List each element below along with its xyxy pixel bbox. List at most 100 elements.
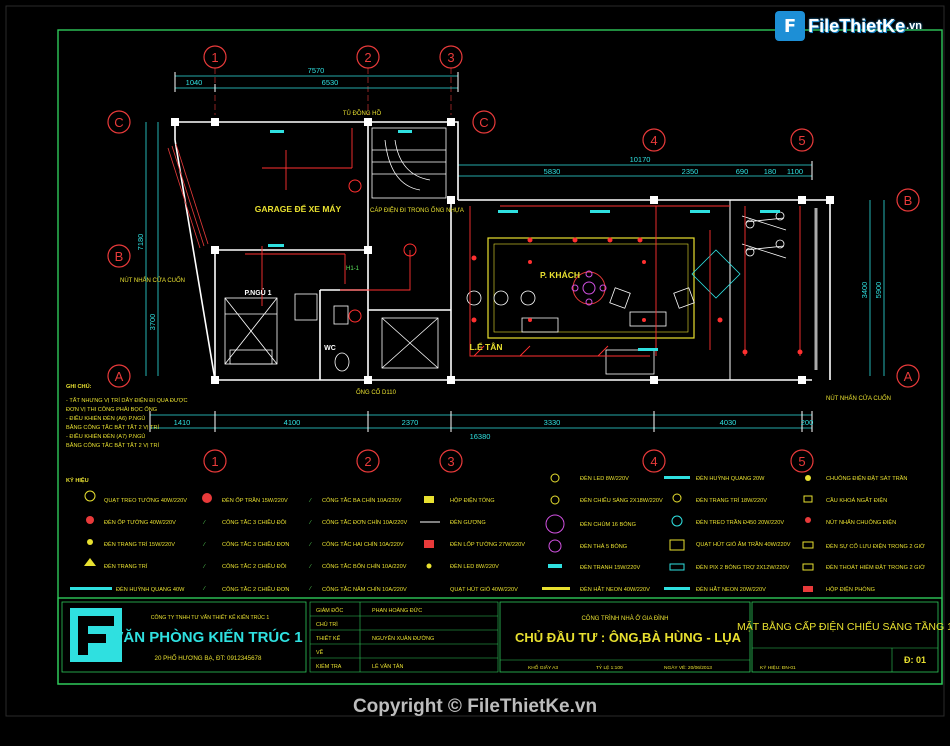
dim-right-seg-1: 5830 [544,167,561,176]
dim-top-2: 6530 [322,78,339,87]
svg-text:CHUÔNG ĐIỆN ĐẶT SÁT TRẦN: CHUÔNG ĐIỆN ĐẶT SÁT TRẦN [826,474,907,482]
paper-size: KHỔ GIẤY A3 [528,664,558,671]
dim-right-total: 10170 [630,155,651,164]
svg-text:- ĐIỀU KHIỂN ĐÈN (A7) P.NGỦ: - ĐIỀU KHIỂN ĐÈN (A7) P.NGỦ [66,433,145,440]
svg-text:B: B [904,193,913,208]
sheet-number: Đ: 01 [904,655,926,665]
svg-text:CÔNG TẮC 2 CHIỀU ĐÔI: CÔNG TẮC 2 CHIỀU ĐÔI [222,562,287,570]
svg-text:HỘP ĐIỆN TỔNG: HỘP ĐIỆN TỔNG [450,496,495,504]
svg-text:ĐÈN PIX 2 BÓNG TRỢ 2X12W/220V: ĐÈN PIX 2 BÓNG TRỢ 2X12W/220V [696,564,790,571]
door-button-note-left: NÚT NHẤN CỬA CUỐN [120,277,185,284]
svg-text:A: A [115,369,124,384]
svg-text:CÔNG TẮC 2 CHIỀU ĐƠN: CÔNG TẮC 2 CHIỀU ĐƠN [222,585,289,593]
dim-bottom-3: 2370 [402,418,419,427]
svg-text:2: 2 [364,50,371,65]
svg-text:CÔNG TẮC NĂM CHÍN 10A/220V: CÔNG TẮC NĂM CHÍN 10A/220V [322,585,407,593]
svg-text:CÔNG TẮC BA CHÍN 10A/220V: CÔNG TẮC BA CHÍN 10A/220V [322,496,402,504]
dim-overall: 16380 [470,432,491,441]
dim-right-seg-4: 180 [764,167,777,176]
company-name: VĂN PHÒNG KIẾN TRÚC 1 [113,628,302,646]
project-name: CÔNG TRÌNH NHÀ Ở GIA ĐÌNH [581,615,668,622]
svg-text:A: A [904,369,913,384]
svg-text:ĐÈN LỐP TƯỜNG 27W/220V: ĐÈN LỐP TƯỜNG 27W/220V [450,541,525,548]
svg-text:QUẠT TREO TƯỜNG 40W/220V: QUẠT TREO TƯỜNG 40W/220V [104,497,187,504]
svg-text:ĐÈN GƯƠNG: ĐÈN GƯƠNG [450,519,486,526]
dim-bottom-1: 1410 [174,418,191,427]
svg-text:ĐÈN HẮT NEON 20W/220V: ĐÈN HẮT NEON 20W/220V [696,585,766,593]
role-draft: VẼ [316,649,324,656]
svg-text:3: 3 [447,50,454,65]
draw-date: NGÀY VẼ: 20/06/2013 [664,664,712,671]
project-owner: CHỦ ĐẦU TƯ : ÔNG,BÀ HÙNG - LỤA [515,630,742,645]
dim-left-1: 7180 [136,234,145,251]
pipe-note: ỐNG CỐ D110 [356,389,397,396]
room-label-living: P. KHÁCH [540,270,580,280]
svg-text:ĐÈN TRANG TRÍ 18W/220V: ĐÈN TRANG TRÍ 18W/220V [696,497,767,504]
svg-text:HỘP ĐIỆN PHÒNG: HỘP ĐIỆN PHÒNG [826,585,875,593]
svg-text:ĐÈN TRANH 15W/220V: ĐÈN TRANH 15W/220V [580,564,640,571]
door-button-note-right: NÚT NHẤN CỬA CUỐN [826,395,891,402]
svg-text:ĐÈN TRANG TRÍ: ĐÈN TRANG TRÍ [104,563,148,570]
svg-text:NÚT NHẤN CHUÔNG ĐIỆN: NÚT NHẤN CHUÔNG ĐIỆN [826,518,896,526]
room-label-garage: GARAGE ĐỂ XE MÁY [255,203,342,214]
svg-text:ĐÈN TRANG TRÍ 15W/220V: ĐÈN TRANG TRÍ 15W/220V [104,541,175,548]
svg-text:CÔNG TẮC ĐƠN CHÍN 10A/220V: CÔNG TẮC ĐƠN CHÍN 10A/220V [322,518,407,526]
svg-text:ĐÈN THẢ 5 BÓNG: ĐÈN THẢ 5 BÓNG [580,543,627,550]
cad-drawing: 1 2 3 4 5 1 2 3 4 5 C B A C B A 7570 104… [0,0,950,746]
svg-text:ĐÈN SỰ CỐ LƯU ĐIỆN TRONG 2 GIỜ: ĐÈN SỰ CỐ LƯU ĐIỆN TRONG 2 GIỜ [826,542,925,550]
svg-text:4: 4 [650,454,657,469]
name-design: NGUYỄN XUÂN ĐƯỜNG [372,635,434,642]
svg-text:C: C [479,115,488,130]
svg-text:ĐÈN HUỲNH QUANG 20W: ĐÈN HUỲNH QUANG 20W [696,475,765,482]
svg-text:4: 4 [650,133,657,148]
dim-right-seg-3: 690 [736,167,749,176]
dim-right-1: 3400 [860,282,869,299]
svg-text:CÔNG TẮC 3 CHIỀU ĐÔI: CÔNG TẮC 3 CHIỀU ĐÔI [222,518,287,526]
name-director: PHAN HOÀNG ĐỨC [372,607,422,614]
watermark-logo: F FileThietKe .vn [775,8,922,44]
svg-text:CẦU KHOÁ NGẮT ĐIỆN: CẦU KHOÁ NGẮT ĐIỆN [826,496,887,504]
copyright-footer: Copyright © FileThietKe.vn [352,696,598,717]
file-logo-icon: F [775,11,806,41]
svg-text:GHI CHÚ:: GHI CHÚ: [66,383,92,390]
drawing-title: MẶT BẰNG CẤP ĐIỆN CHIẾU SÁNG TẦNG 1 [737,620,950,633]
role-lead: CHỦ TRÌ [316,621,338,628]
dim-right-seg-5: 1100 [787,167,803,176]
svg-text:5: 5 [798,133,805,148]
svg-text:5: 5 [798,454,805,469]
svg-text:QUẠT HÚT GIÓ 40W/220V: QUẠT HÚT GIÓ 40W/220V [450,586,518,593]
svg-text:ĐÈN ỐP TƯỜNG 40W/220V: ĐÈN ỐP TƯỜNG 40W/220V [104,519,176,526]
svg-text:ĐÈN THOÁT HIỂM ĐẶT TRONG 2 GIỜ: ĐÈN THOÁT HIỂM ĐẶT TRONG 2 GIỜ [826,564,925,571]
svg-text:ĐÈN CHIẾU SÁNG 2X18W/220V: ĐÈN CHIẾU SÁNG 2X18W/220V [580,497,663,504]
stair-meter-label: TỦ ĐỒNG HỒ [343,110,382,117]
svg-text:3: 3 [447,454,454,469]
svg-text:1: 1 [211,454,218,469]
cable-note: CÁP ĐIỆN ĐI TRONG ỐNG NHỰA [370,206,464,214]
svg-text:ĐÈN HẮT NEON 40W/220V: ĐÈN HẮT NEON 40W/220V [580,585,650,593]
dim-bottom-4: 3330 [544,418,561,427]
role-design: THIẾT KẾ [316,635,341,642]
svg-text:ĐÈN LED 8W/220V: ĐÈN LED 8W/220V [580,475,629,482]
svg-text:BẰNG CÔNG TẮC BẬT TẮT 2 VỊ TRÍ: BẰNG CÔNG TẮC BẬT TẮT 2 VỊ TRÍ [66,423,159,431]
svg-text:B: B [115,249,124,264]
room-label-hall: L.Ể TÂN [469,341,502,352]
name-check: LÊ VĂN TÂN [372,662,403,670]
svg-text:ĐÈN CHÙM 16 BÓNG: ĐÈN CHÙM 16 BÓNG [580,521,636,528]
svg-text:- TẤT NHƯNG VỊ TRÍ DÂY ĐIỆN ĐI: - TẤT NHƯNG VỊ TRÍ DÂY ĐIỆN ĐI QUA ĐƯỢC [66,396,187,404]
role-check: KIỂM TRA [316,663,342,670]
svg-text:C: C [114,115,123,130]
watermark-brand: FileThietKe [808,15,906,36]
svg-text:ĐÈN ỐP TRẦN 15W/220V: ĐÈN ỐP TRẦN 15W/220V [222,497,288,504]
svg-text:ĐÈN HUỲNH QUANG 40W: ĐÈN HUỲNH QUANG 40W [116,586,185,593]
circuit-label: H1-1 [346,266,360,272]
company-small-name: CÔNG TY TNHH TƯ VẤN THIẾT KẾ KIẾN TRÚC 1 [151,614,270,621]
dim-bottom-6: 200 [801,418,814,427]
watermark-suffix: .vn [906,20,922,32]
dim-right-2: 5900 [874,282,883,299]
svg-text:ĐƠN VỊ THI CÔNG PHẢI BỌC ỐNG: ĐƠN VỊ THI CÔNG PHẢI BỌC ỐNG [66,406,157,413]
svg-text:ĐÈN TREO TRẦN Đ450 20W/220V: ĐÈN TREO TRẦN Đ450 20W/220V [696,519,784,526]
dim-bottom-2: 4100 [284,418,301,427]
room-label-wc: WC [324,345,336,352]
dim-right-seg-2: 2350 [682,167,699,176]
svg-text:CÔNG TẮC 3 CHIỀU ĐƠN: CÔNG TẮC 3 CHIỀU ĐƠN [222,540,289,548]
